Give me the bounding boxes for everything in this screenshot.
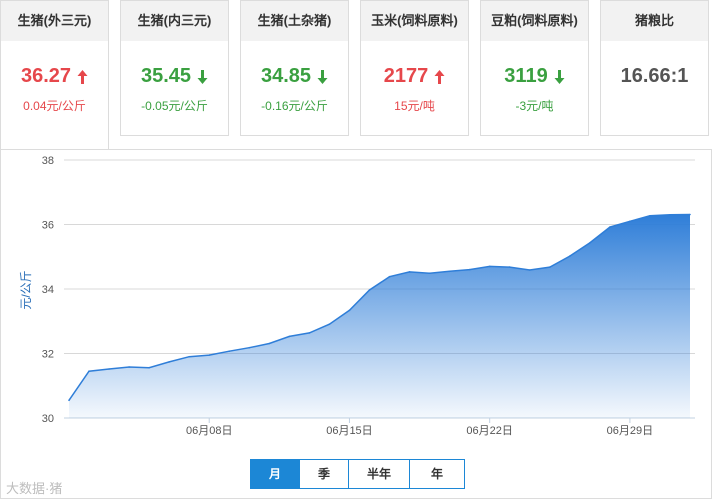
arrow-down-icon: [197, 69, 208, 84]
card-title: 玉米(饲料原料): [361, 1, 468, 41]
data-point[interactable]: [508, 266, 511, 268]
data-point[interactable]: [689, 213, 691, 216]
y-tick-label: 36: [42, 220, 54, 232]
card-price: 2177: [361, 63, 468, 89]
x-tick-label: 06月22日: [466, 425, 512, 437]
card-price: 34.85: [241, 63, 348, 89]
range-month-button[interactable]: 月: [251, 460, 299, 488]
series-area: [69, 214, 690, 418]
data-point[interactable]: [408, 271, 411, 273]
data-point[interactable]: [569, 255, 571, 257]
data-point[interactable]: [428, 272, 431, 274]
card-soymeal[interactable]: 豆粕(饲料原料) 3119 -3元/吨: [480, 0, 589, 136]
data-point[interactable]: [108, 368, 110, 370]
price-tabs: 生猪(外三元) 36.27 0.04元/公斤 生猪(内三元) 35.45 -0.…: [0, 0, 718, 150]
price-value: 3119: [504, 65, 548, 87]
data-point[interactable]: [348, 309, 351, 312]
y-axis-label: 元/公斤: [19, 270, 33, 309]
price-value: 34.85: [260, 65, 312, 87]
card-change: -3元/吨: [515, 99, 554, 113]
card-pig-local[interactable]: 生猪(土杂猪) 34.85 -0.16元/公斤: [240, 0, 349, 136]
card-price: 3119: [481, 63, 588, 89]
data-point[interactable]: [388, 275, 391, 278]
range-selector: 月 季 半年 年: [250, 459, 465, 489]
data-point[interactable]: [268, 342, 271, 345]
price-value: 36.27: [20, 65, 72, 87]
card-price: 16.66:1: [601, 63, 708, 89]
data-point[interactable]: [228, 350, 231, 352]
arrow-down-icon: [317, 69, 328, 84]
arrow-up-icon: [434, 69, 445, 84]
card-change: -0.16元/公斤: [261, 99, 328, 113]
y-tick-label: 32: [42, 349, 54, 361]
price-value: 35.45: [140, 65, 192, 87]
data-point[interactable]: [629, 220, 631, 223]
range-quarter-button[interactable]: 季: [299, 460, 348, 488]
y-tick-label: 38: [42, 155, 54, 167]
arrow-down-icon: [554, 69, 565, 84]
arrow-up-icon: [77, 69, 88, 84]
x-tick-label: 06月29日: [607, 425, 653, 437]
price-area-chart: 30 32 34 36 38 06月08日 06月15日 06月22日 06月29日 元/公斤: [19, 155, 695, 437]
data-point[interactable]: [448, 270, 451, 273]
data-point[interactable]: [468, 268, 471, 271]
data-point[interactable]: [288, 335, 291, 338]
data-point[interactable]: [208, 354, 210, 356]
card-corn[interactable]: 玉米(饲料原料) 2177 15元/吨: [360, 0, 469, 136]
range-year-button[interactable]: 年: [409, 460, 464, 488]
watermark: 大数据·猪: [6, 481, 63, 496]
data-point[interactable]: [68, 399, 70, 402]
card-change: 0.04元/公斤: [23, 99, 86, 113]
chart-panel: 30 32 34 36 38 06月08日 06月15日 06月22日 06月29日 元/公斤: [0, 149, 712, 499]
data-point[interactable]: [328, 323, 331, 325]
card-pig-outer[interactable]: 生猪(外三元) 36.27 0.04元/公斤: [0, 0, 109, 150]
data-point[interactable]: [669, 214, 671, 216]
data-point[interactable]: [188, 355, 190, 358]
data-point[interactable]: [589, 242, 591, 244]
data-point[interactable]: [368, 289, 371, 291]
card-title: 生猪(土杂猪): [241, 1, 348, 41]
x-tick-label: 06月15日: [326, 425, 372, 437]
data-point[interactable]: [609, 226, 611, 228]
card-change: 15元/吨: [394, 99, 435, 113]
y-tick-label: 34: [42, 284, 54, 296]
card-price: 36.27: [1, 63, 108, 89]
card-pig-inner[interactable]: 生猪(内三元) 35.45 -0.05元/公斤: [120, 0, 229, 136]
y-tick-label: 30: [42, 413, 54, 425]
data-point[interactable]: [168, 361, 170, 363]
data-point[interactable]: [88, 370, 90, 372]
card-title: 猪粮比: [601, 1, 708, 41]
data-point[interactable]: [148, 366, 150, 369]
data-point[interactable]: [649, 215, 651, 217]
data-point[interactable]: [128, 366, 130, 368]
data-point[interactable]: [488, 265, 491, 268]
card-pig-grain-ratio[interactable]: 猪粮比 16.66:1: [600, 0, 709, 136]
data-point[interactable]: [308, 332, 311, 334]
x-tick-label: 06月08日: [186, 425, 232, 437]
price-value: 2177: [383, 65, 429, 87]
card-change: -0.05元/公斤: [141, 99, 208, 113]
data-point[interactable]: [549, 266, 551, 268]
card-title: 生猪(内三元): [121, 1, 228, 41]
card-price: 35.45: [121, 63, 228, 89]
card-title: 豆粕(饲料原料): [481, 1, 588, 41]
data-point[interactable]: [248, 346, 251, 349]
range-halfyear-button[interactable]: 半年: [348, 460, 409, 488]
data-point[interactable]: [528, 269, 531, 271]
card-title: 生猪(外三元): [1, 1, 108, 41]
price-value: 16.66:1: [620, 65, 689, 87]
